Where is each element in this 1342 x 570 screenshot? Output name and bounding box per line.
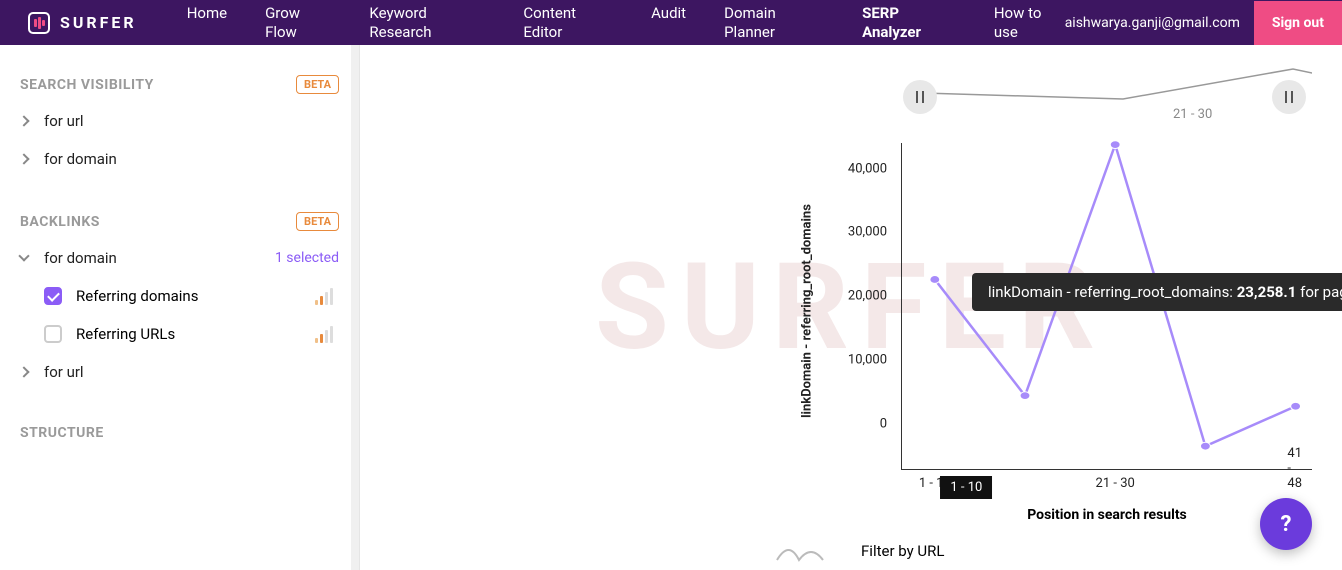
y-tick: 20,000 [827, 289, 887, 304]
brand-logo[interactable]: SURFER [28, 12, 137, 34]
chart-point[interactable] [1200, 442, 1210, 450]
beta-badge: BETA [296, 75, 339, 94]
sidebar: SEARCH VISIBILITYBETAfor urlfor domainBA… [0, 45, 360, 570]
chart-point[interactable] [1291, 402, 1301, 410]
minimap-handle-right[interactable] [1272, 80, 1306, 114]
sidebar-option-referring-urls[interactable]: Referring URLs [0, 315, 359, 353]
nav-item-grow-flow[interactable]: Grow Flow [265, 4, 331, 42]
plot-area[interactable]: linkDomain - referring_root_domains: 23,… [901, 143, 1312, 470]
sidebar-item-for-domain[interactable]: for domain [0, 140, 359, 178]
section-title: BACKLINKS [20, 214, 100, 230]
top-nav: SURFER Home Grow Flow Keyword Research Cont… [0, 0, 1342, 45]
filter-label: Filter by URL [861, 542, 944, 560]
section-title: STRUCTURE [20, 425, 104, 441]
filter-row: Filter by URL [773, 536, 944, 566]
brand-name: SURFER [60, 13, 137, 32]
distribution-icon[interactable] [773, 536, 831, 566]
sidebar-item-for-url[interactable]: for url [0, 102, 359, 140]
checkbox[interactable] [44, 287, 62, 305]
nav-item-audit[interactable]: Audit [651, 4, 686, 42]
x-axis-label: Position in search results [1027, 507, 1187, 523]
x-tick: 21 - 30 [1096, 476, 1135, 491]
chart-point[interactable] [1020, 392, 1030, 400]
y-axis-label: linkDomain - referring_root_domains [800, 204, 815, 418]
help-icon: ? [1281, 512, 1292, 537]
checkbox[interactable] [44, 325, 62, 343]
chart-point[interactable] [930, 276, 940, 284]
signout-button[interactable]: Sign out [1254, 1, 1342, 45]
nav-item-how-to-use[interactable]: How to use [994, 4, 1065, 42]
chevron-right-icon [18, 115, 29, 126]
selected-count: 1 selected [275, 250, 339, 266]
chart-point[interactable] [1110, 141, 1120, 149]
sidebar-item-for-url[interactable]: for url [0, 353, 359, 391]
nav-item-content-editor[interactable]: Content Editor [523, 4, 613, 42]
nav-item-home[interactable]: Home [187, 4, 227, 42]
nav-item-keyword-research[interactable]: Keyword Research [369, 4, 485, 42]
help-button[interactable]: ? [1260, 498, 1312, 550]
y-tick: 10,000 [827, 353, 887, 368]
user-email[interactable]: aishwarya.ganji@gmail.com [1065, 15, 1240, 31]
signal-bars-icon [315, 326, 333, 343]
section-title: SEARCH VISIBILITY [20, 77, 154, 93]
y-tick: 30,000 [827, 225, 887, 240]
beta-badge: BETA [296, 212, 339, 231]
chevron-down-icon [18, 250, 29, 261]
y-tick: 40,000 [827, 161, 887, 176]
chevron-right-icon [18, 366, 29, 377]
x-tick: 1 - 10 [940, 476, 992, 499]
nav-items: Home Grow Flow Keyword Research Content Edi… [187, 4, 1065, 42]
sidebar-option-referring-domains[interactable]: Referring domains [0, 277, 359, 315]
sidebar-item-for-domain[interactable]: for domain1 selected [0, 239, 359, 277]
minimap: 21 - 30 41 - 48 [773, 45, 1312, 123]
nav-item-domain-planner[interactable]: Domain Planner [724, 4, 824, 42]
x-tick: 41 - 48 [1287, 446, 1303, 491]
chart: linkDomain - referring_root_domains 40,0… [773, 133, 1312, 488]
minimap-label: 21 - 30 [1173, 107, 1212, 122]
chevron-right-icon [18, 153, 29, 164]
y-tick: 0 [827, 417, 887, 432]
signal-bars-icon [315, 288, 333, 305]
nav-right: aishwarya.ganji@gmail.com Sign out [1065, 1, 1342, 45]
nav-item-serp-analyzer[interactable]: SERP Analyzer [862, 4, 956, 42]
surfer-logo-icon [28, 12, 50, 34]
content-area: SURFER 21 - 30 41 - 48 linkDomain - refe… [360, 45, 1342, 570]
minimap-handle-left[interactable] [903, 80, 937, 114]
chart-tooltip: linkDomain - referring_root_domains: 23,… [972, 273, 1342, 311]
